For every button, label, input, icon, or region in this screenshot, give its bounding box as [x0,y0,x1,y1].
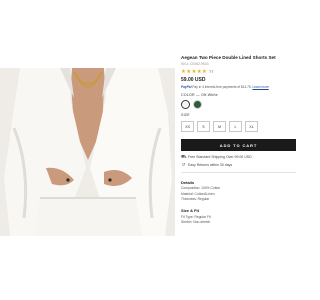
paypal-learn-more-link[interactable]: Learn more [252,85,268,89]
size-option[interactable]: S [197,121,210,132]
fit-line: Fit Type: Regular Fit [181,214,211,219]
product-title: Aegean Two Piece Double Lined Shorts Set [181,55,276,60]
product-image[interactable] [0,68,175,236]
color-swatch-green[interactable] [193,100,202,109]
size-options: XS S M L XL [181,121,296,132]
product-price: 59.00 USD [181,77,206,83]
detail-line: Material: Cotton&Linen [181,191,215,196]
size-option[interactable]: XL [245,121,258,132]
paypal-logo-icon: PayPal [181,85,192,89]
color-label: COLOR — Off-White [181,93,218,97]
detail-line: Composition: 100% Cotton [181,186,221,190]
shipping-text: Free Standard Shipping Over 99.00 USD [188,154,252,159]
returns-info: ↺ Easy Returns within 30 days [181,162,296,167]
size-option[interactable]: L [229,121,242,132]
paypal-message: PayPal Pay in 4 interest-free payments o… [181,85,296,89]
shipping-info: ⛟ Free Standard Shipping Over 99.00 USD [181,154,296,159]
product-sku: SKU: C0062-9543 [181,62,209,66]
color-swatches [181,100,296,109]
return-arrow-icon: ↺ [181,162,186,167]
truck-icon: ⛟ [181,154,187,159]
size-fit-heading[interactable]: Size & Fit [181,208,296,213]
size-option[interactable]: M [213,121,226,132]
product-info-panel: Aegean Two Piece Double Lined Shorts Set… [181,52,296,224]
review-count[interactable]: 77 [209,70,213,74]
returns-text: Easy Returns within 30 days [188,162,233,167]
add-to-cart-button[interactable]: ADD TO CART [181,139,296,151]
size-option[interactable]: XS [181,121,194,132]
star-rating-icon: ★★★★★ [181,69,208,75]
detail-line: Thickness: Regular [181,197,210,201]
size-label: SIZE [181,113,190,117]
rating[interactable]: ★★★★★ 77 [181,69,296,75]
details-heading[interactable]: Details [181,180,296,185]
divider [181,172,296,173]
paypal-text: Pay in 4 interest-free payments of $14.7… [192,85,252,89]
color-swatch-off-white[interactable] [181,100,190,109]
fit-line: Stretch: Non-stretch [181,220,211,224]
